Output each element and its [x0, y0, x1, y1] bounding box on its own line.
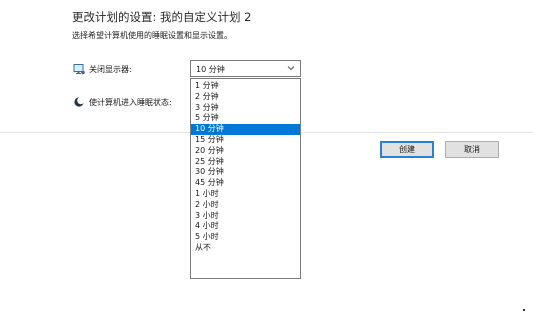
monitor-icon	[73, 64, 85, 75]
dropdown-option[interactable]: 20 分钟	[191, 146, 300, 157]
create-button[interactable]: 创建	[380, 141, 434, 158]
dropdown-option[interactable]: 30 分钟	[191, 167, 300, 178]
display-timeout-dropdown: 1 分钟 2 分钟 3 分钟 5 分钟 10 分钟 15 分钟 20 分钟 25…	[190, 78, 301, 279]
dropdown-option[interactable]: 3 小时	[191, 211, 300, 222]
dropdown-option[interactable]: 5 分钟	[191, 113, 300, 124]
dropdown-option[interactable]: 5 小时	[191, 232, 300, 243]
dropdown-option[interactable]: 2 小时	[191, 200, 300, 211]
chevron-down-icon	[287, 66, 295, 71]
moon-icon	[74, 97, 85, 107]
stray-dot	[523, 309, 525, 311]
cancel-button[interactable]: 取消	[445, 141, 499, 158]
dropdown-option-selected[interactable]: 10 分钟	[191, 124, 300, 135]
page-subtitle: 选择希望计算机使用的睡眠设置和显示设置。	[72, 31, 232, 40]
page-title: 更改计划的设置: 我的自定义计划 2	[72, 10, 252, 24]
dropdown-option[interactable]: 2 分钟	[191, 92, 300, 103]
dropdown-option[interactable]: 1 分钟	[191, 81, 300, 92]
dropdown-option[interactable]: 4 小时	[191, 221, 300, 232]
sleep-label: 使计算机进入睡眠状态:	[89, 98, 172, 107]
display-timeout-value: 10 分钟	[196, 65, 225, 74]
dropdown-option[interactable]: 45 分钟	[191, 178, 300, 189]
display-timeout-select[interactable]: 10 分钟	[190, 60, 301, 77]
turn-off-display-label: 关闭显示器:	[89, 65, 132, 74]
dropdown-option[interactable]: 从不	[191, 243, 300, 254]
dropdown-option[interactable]: 3 分钟	[191, 103, 300, 114]
dropdown-option[interactable]: 1 小时	[191, 189, 300, 200]
dropdown-option[interactable]: 25 分钟	[191, 157, 300, 168]
dropdown-option[interactable]: 15 分钟	[191, 135, 300, 146]
